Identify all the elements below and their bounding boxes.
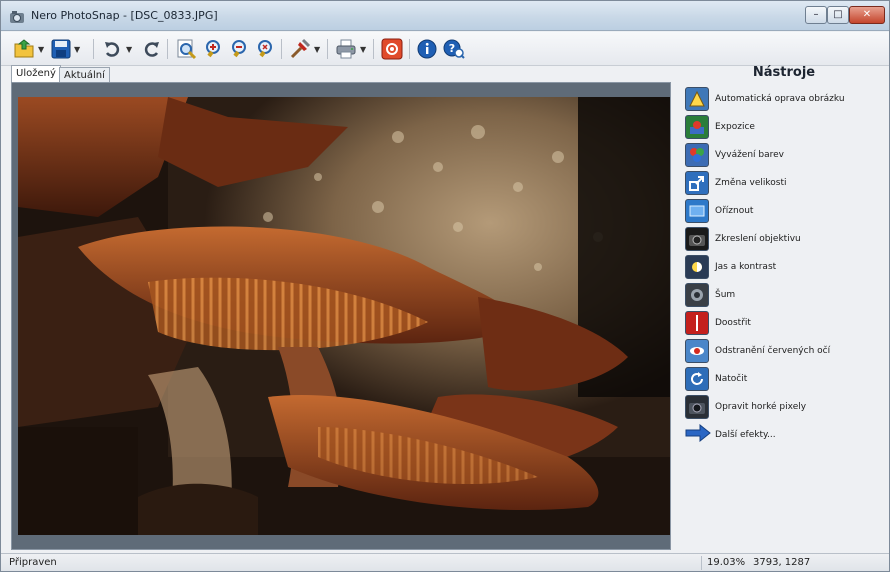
tool-label: Zkreslení objektivu <box>715 234 801 244</box>
fit-to-window-button[interactable] <box>175 38 197 60</box>
app-icon <box>9 9 25 23</box>
help-icon: ? <box>443 39 465 59</box>
tab-current[interactable]: Aktuální <box>59 67 110 82</box>
tool-more-effects[interactable]: Další efekty... <box>685 421 885 449</box>
tool-sharpen[interactable]: Doostřit <box>685 309 885 337</box>
undo-icon <box>103 39 123 59</box>
info-icon <box>417 39 437 59</box>
tool-label: Automatická oprava obrázku <box>715 94 845 104</box>
tool-hot-pixels[interactable]: Opravit horké pixely <box>685 393 885 421</box>
auto-fix-icon <box>685 87 709 111</box>
tool-brightness-contrast[interactable]: Jas a kontrast <box>685 253 885 281</box>
exposure-icon <box>685 115 709 139</box>
status-coordinates: 3793, 1287 <box>753 557 811 568</box>
red-eye-icon <box>685 339 709 363</box>
lens-distortion-icon <box>685 227 709 251</box>
print-dropdown-icon[interactable]: ▼ <box>360 45 366 54</box>
noise-icon <box>685 283 709 307</box>
tool-lens-distortion[interactable]: Zkreslení objektivu <box>685 225 885 253</box>
more-effects-arrow-icon <box>685 423 711 446</box>
redo-icon <box>141 39 161 59</box>
settings-button[interactable] <box>381 38 403 60</box>
open-dropdown-icon[interactable]: ▼ <box>38 45 44 54</box>
crop-icon <box>685 199 709 223</box>
tool-label: Opravit horké pixely <box>715 402 807 412</box>
sharpen-icon <box>685 311 709 335</box>
toolbar-separator <box>281 39 282 59</box>
tool-crop[interactable]: Oříznout <box>685 197 885 225</box>
toolbar-separator <box>373 39 374 59</box>
toolbar: ▼ ▼ ▼ ▼ ▼ ? <box>1 32 889 66</box>
photo-image <box>18 97 670 535</box>
tool-label: Expozice <box>715 122 755 132</box>
hot-pixel-icon <box>685 395 709 419</box>
title-bar[interactable]: Nero PhotoSnap - [DSC_0833.JPG] – □ ✕ <box>1 1 889 31</box>
open-icon <box>13 39 35 59</box>
tool-rotate[interactable]: Natočit <box>685 365 885 393</box>
save-button[interactable]: ▼ <box>51 38 80 60</box>
redo-button[interactable] <box>141 38 161 60</box>
window-title: Nero PhotoSnap - [DSC_0833.JPG] <box>31 9 218 22</box>
close-button[interactable]: ✕ <box>849 6 885 24</box>
image-viewer[interactable] <box>11 82 671 550</box>
undo-button[interactable]: ▼ <box>103 38 132 60</box>
status-separator <box>701 556 702 570</box>
resize-icon <box>685 171 709 195</box>
tool-label: Jas a kontrast <box>715 262 777 272</box>
tab-saved[interactable]: Uložený <box>11 65 61 83</box>
app-window: Nero PhotoSnap - [DSC_0833.JPG] – □ ✕ ▼ … <box>0 0 890 572</box>
toolbar-separator <box>167 39 168 59</box>
zoom-in-button[interactable] <box>201 38 223 60</box>
tools-icon <box>289 38 311 60</box>
tools-button[interactable]: ▼ <box>289 38 320 60</box>
tool-label: Vyvážení barev <box>715 150 785 160</box>
info-button[interactable] <box>417 38 437 60</box>
zoom-actual-icon <box>253 38 275 60</box>
help-button[interactable]: ? <box>443 38 465 60</box>
tools-panel: Automatická oprava obrázku Expozice Vyvá… <box>685 85 885 449</box>
fit-icon <box>175 38 197 60</box>
tool-color-balance[interactable]: Vyvážení barev <box>685 141 885 169</box>
undo-dropdown-icon[interactable]: ▼ <box>126 45 132 54</box>
tool-noise[interactable]: Šum <box>685 281 885 309</box>
save-dropdown-icon[interactable]: ▼ <box>74 45 80 54</box>
status-text: Připraven <box>9 557 57 568</box>
tool-label: Změna velikosti <box>715 178 787 188</box>
print-button[interactable]: ▼ <box>335 38 366 60</box>
status-zoom: 19.03% <box>707 557 746 568</box>
zoom-out-icon <box>227 38 249 60</box>
tools-panel-title: Nástroje <box>752 65 816 80</box>
svg-text:?: ? <box>449 42 455 55</box>
tool-label: Oříznout <box>715 206 754 216</box>
color-balance-icon <box>685 143 709 167</box>
tool-label: Odstranění červených očí <box>715 346 831 356</box>
toolbar-separator <box>327 39 328 59</box>
tool-resize[interactable]: Změna velikosti <box>685 169 885 197</box>
tool-red-eye[interactable]: Odstranění červených očí <box>685 337 885 365</box>
tool-label: Další efekty... <box>715 430 776 440</box>
tool-label: Doostřit <box>715 318 751 328</box>
tool-label: Natočit <box>715 374 748 384</box>
brightness-contrast-icon <box>685 255 709 279</box>
minimize-button[interactable]: – <box>805 6 827 24</box>
save-icon <box>51 39 71 59</box>
tools-dropdown-icon[interactable]: ▼ <box>314 45 320 54</box>
status-bar: Připraven 19.03% 3793, 1287 <box>1 553 889 571</box>
toolbar-separator <box>409 39 410 59</box>
settings-icon <box>381 38 403 60</box>
print-icon <box>335 38 357 60</box>
zoom-in-icon <box>201 38 223 60</box>
tool-auto-fix[interactable]: Automatická oprava obrázku <box>685 85 885 113</box>
toolbar-separator <box>93 39 94 59</box>
rotate-icon <box>685 367 709 391</box>
zoom-out-button[interactable] <box>227 38 249 60</box>
open-button[interactable]: ▼ <box>13 38 44 60</box>
tool-label: Šum <box>715 290 736 300</box>
tool-exposure[interactable]: Expozice <box>685 113 885 141</box>
zoom-actual-button[interactable] <box>253 38 275 60</box>
maximize-button[interactable]: □ <box>827 6 849 24</box>
